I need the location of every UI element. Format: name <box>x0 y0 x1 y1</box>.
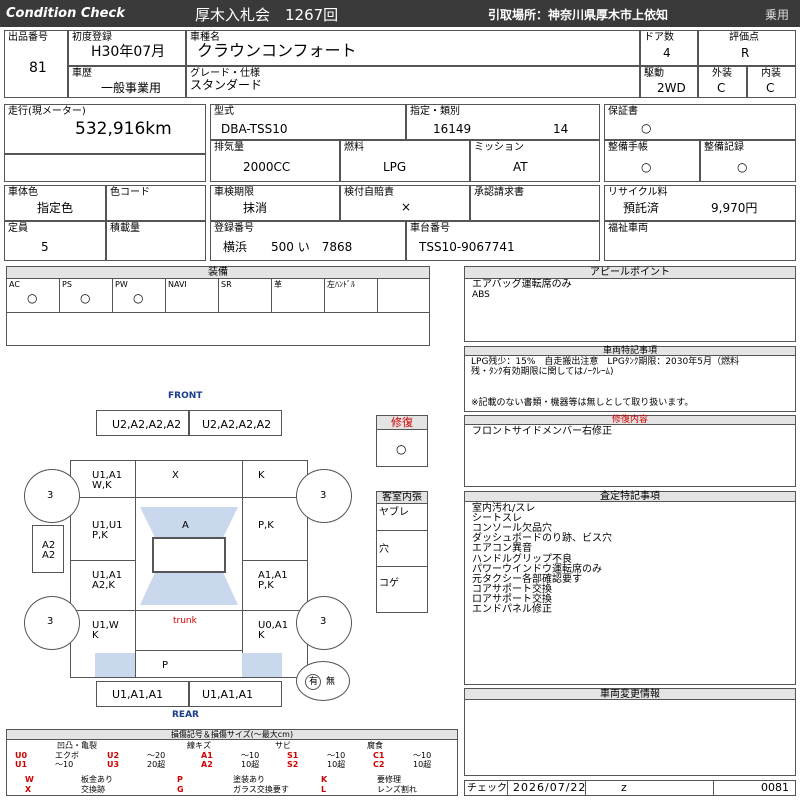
model-box: 型式 DBA-TSS10 <box>210 104 406 140</box>
legend-group-label: 凹凸・亀裂 <box>57 741 97 750</box>
windshield <box>140 507 238 537</box>
assessment-line: エアコン異音 <box>472 543 532 555</box>
mileage-blank <box>4 154 206 182</box>
rear-label: REAR <box>172 710 199 720</box>
repair-detail-section: 修復内容 フロントサイドメンバー右修正 <box>464 415 796 487</box>
cabin-section: 客室内張 ヤブレ 穴 コゲ <box>376 491 428 613</box>
equipment-col-navi: NAVI <box>165 279 219 312</box>
assessment-section: 査定特記事項 室内汚れ/スレ シートスレ コンソール欠品穴 ダッシュボードのり跡、ビス… <box>464 491 796 685</box>
car-name-box: 車種名 クラウンコンフォート <box>186 30 640 66</box>
approval-box: 承認請求書 <box>470 185 600 221</box>
equipment-col-ac: AC ○ <box>6 279 60 312</box>
front-label: FRONT <box>168 391 203 401</box>
chassis-box: 車台番号 TSS10-9067741 <box>406 221 600 261</box>
class-box: 指定・類別 16149 14 <box>406 104 600 140</box>
color-box: 車体色 指定色 <box>4 185 106 221</box>
appeal-section: アピールポイント エアバッグ運転席のみ ABS <box>464 266 796 342</box>
mileage-box: 走行(現メーター) 532,916km <box>4 104 206 154</box>
inspection-box: 車検期限 抹消 <box>210 185 340 221</box>
legend-group-label: 腐食 <box>367 741 383 750</box>
reg-no-box: 登録番号 横浜 500 い 7868 <box>210 221 406 261</box>
equipment-title: 装備 <box>7 267 429 279</box>
footer-check: チェック 2026/07/22 z 0081 <box>464 780 796 796</box>
int-box: 内装 C <box>747 66 796 98</box>
fl-fender: U1,A1 W,K <box>92 470 123 491</box>
assessment-line: ハンドルグリップ不良 <box>472 553 572 565</box>
lot-box: 出品番号 81 <box>4 30 68 98</box>
auction-name: 厚木入札会 1267回 <box>195 6 339 24</box>
first-reg-box: 初度登録 H30年07月 <box>68 30 186 66</box>
pickup-location: 引取場所：神奈川県厚木市上依知 <box>488 8 669 22</box>
mission-box: ミッション AT <box>470 140 600 182</box>
car-diagram: FRONT REAR U2,A2,A2,A2 U2,A2,A2,A2 U1,A1… <box>0 385 380 725</box>
lot-number: 81 <box>29 60 47 76</box>
displacement-box: 排気量 2000CC <box>210 140 340 182</box>
warranty-box: 保証書 ○ <box>604 104 796 140</box>
first-reg: H30年07月 <box>91 44 166 60</box>
load-box: 積載量 <box>106 221 206 261</box>
record-box: 整備記録 ○ <box>700 140 796 182</box>
equipment-col-革: 革 <box>271 279 325 312</box>
equipment-col-sr: SR <box>218 279 272 312</box>
equipment-col-pw: PW ○ <box>112 279 166 312</box>
repair-section: 修復 ○ <box>376 415 428 467</box>
grade-box: グレード・仕様 スタンダード <box>186 66 640 98</box>
score-box: 評価点 R <box>698 30 796 66</box>
drive-box: 駆動 2WD <box>640 66 698 98</box>
capacity-box: 定員 5 <box>4 221 106 261</box>
recycle-box: リサイクル料 預託済 9,970円 <box>604 185 796 221</box>
usage-type: 乗用 <box>765 8 790 22</box>
history-box: 車歴 一般事業用 <box>68 66 186 98</box>
car-name: クラウンコンフォート <box>197 41 357 60</box>
legend-group-label: 線キズ <box>187 741 211 750</box>
notes-section: 車両特記事項 LPG残少：15% 自走搬出注意 LPGﾀﾝｸ期限：2030年5月… <box>464 346 796 412</box>
fuel-box: 燃料 LPG <box>340 140 470 182</box>
ext-box: 外装 C <box>698 66 747 98</box>
header-bar: Condition Check 厚木入札会 1267回 引取場所：神奈川県厚木市… <box>0 0 800 27</box>
equipment-col-ps: PS ○ <box>59 279 113 312</box>
welfare-box: 福祉車両 <box>604 221 796 261</box>
damage-legend: 損傷記号＆損傷サイズ(〜最大cm) 凹凸・亀裂 線キズ サビ 腐食 U0 エクボ U2 〜20… <box>6 729 458 796</box>
change-section: 車両変更情報 <box>464 688 796 776</box>
rear-window <box>140 573 238 605</box>
score: R <box>741 46 750 60</box>
roof-panel <box>152 537 226 573</box>
auto-inspect-box: 検付自賠責 × <box>340 185 470 221</box>
mileage: 532,916km <box>75 119 172 139</box>
manual-box: 整備手帳 ○ <box>604 140 700 182</box>
legend-group-label: サビ <box>275 741 291 750</box>
form-title: Condition Check <box>6 6 125 21</box>
equipment-col-左ﾊﾝﾄﾞﾙ: 左ﾊﾝﾄﾞﾙ <box>324 279 378 312</box>
assessment-line: エンドパネル修正 <box>472 604 552 615</box>
doors-box: ドア数 4 <box>640 30 698 66</box>
color-code-box: 色コード <box>106 185 206 221</box>
